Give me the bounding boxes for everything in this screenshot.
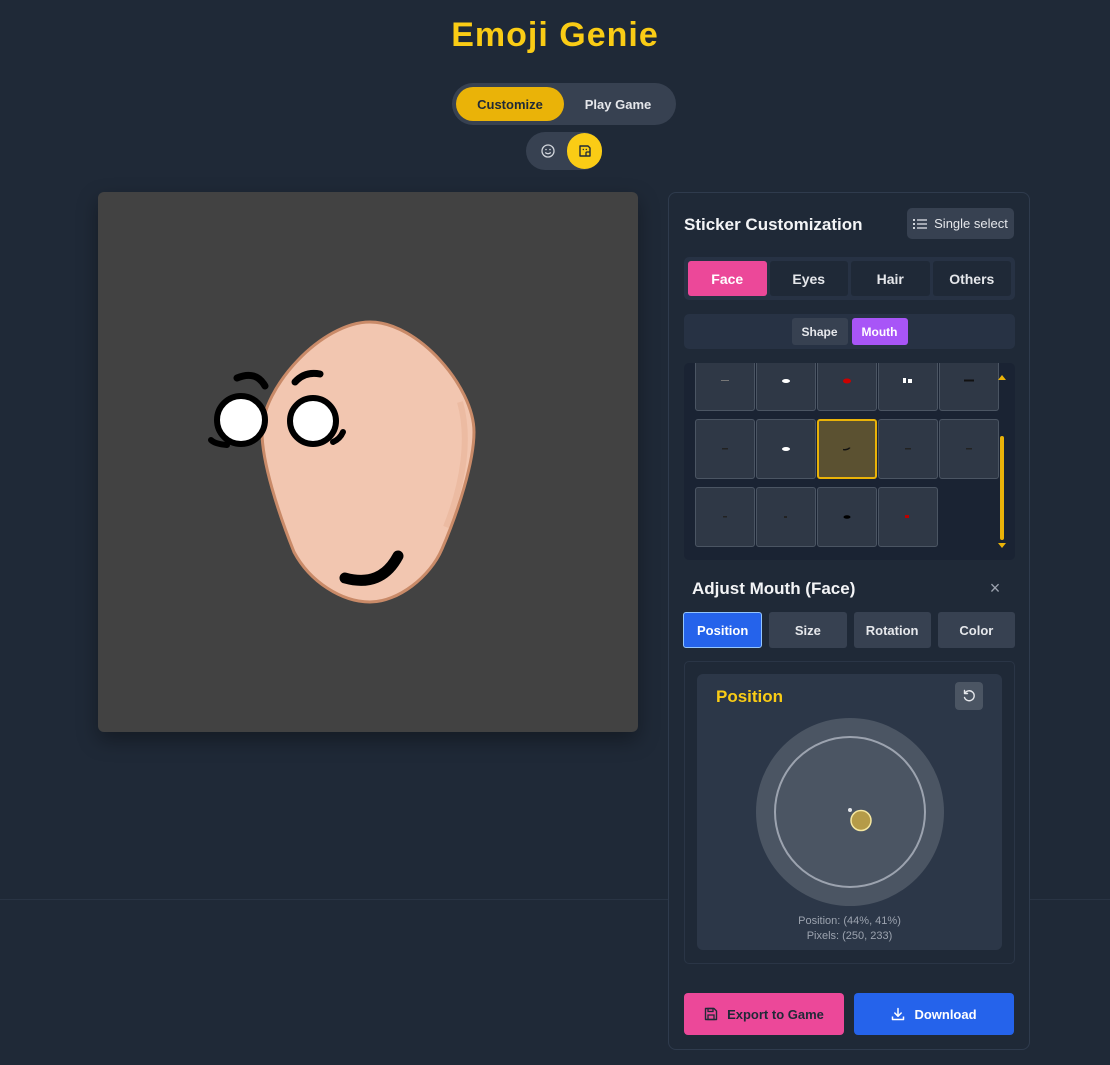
mouth-option[interactable]	[817, 363, 877, 411]
mouth-option[interactable]	[756, 419, 816, 479]
face-shape	[260, 320, 476, 604]
mouth-option[interactable]	[695, 363, 755, 411]
position-title: Position	[716, 687, 784, 706]
right-eye	[287, 395, 339, 447]
mouth-thumbnail	[843, 447, 851, 451]
mouth-thumbnail	[964, 379, 974, 382]
mouth-option[interactable]	[695, 487, 755, 547]
left-eyebrow	[233, 371, 269, 390]
mouth-thumbnail	[843, 515, 851, 519]
download-button[interactable]: Download	[854, 993, 1014, 1035]
mouth-option[interactable]	[756, 363, 816, 411]
download-icon	[892, 1007, 905, 1021]
download-label: Download	[914, 1006, 977, 1022]
scroll-up-arrow[interactable]	[998, 375, 1006, 380]
mouth-thumbnail	[966, 448, 972, 450]
export-to-game-button[interactable]: Export to Game	[684, 993, 844, 1035]
sticker-mode-button[interactable]	[567, 133, 602, 169]
mouth-option[interactable]	[756, 487, 816, 547]
sticker-preview	[208, 320, 476, 604]
position-card: Position Position: (44%, 41%) Pixels: (2…	[697, 674, 1002, 950]
tab-face[interactable]: Face	[688, 261, 767, 296]
list-icon	[913, 218, 928, 229]
tab-position[interactable]: Position	[683, 612, 763, 648]
tab-size[interactable]: Size	[769, 612, 847, 648]
position-readout: Position: (44%, 41%)	[798, 915, 901, 927]
mouth-thumbnail	[905, 515, 909, 518]
mouth-option[interactable]	[695, 419, 755, 479]
reset-position-button[interactable]	[955, 682, 983, 710]
sticker-canvas[interactable]	[98, 192, 638, 732]
mode-toggle: Customize Play Game	[452, 83, 676, 125]
tab-eyes[interactable]: Eyes	[769, 261, 848, 296]
tab-rotation[interactable]: Rotation	[853, 612, 931, 648]
mouth-thumbnail	[905, 448, 911, 450]
customize-tab[interactable]: Customize	[456, 87, 564, 121]
position-section: Position Position: (44%, 41%) Pixels: (2…	[684, 661, 1015, 964]
reset-icon	[963, 689, 975, 702]
joystick-handle	[850, 809, 872, 832]
position-joystick[interactable]	[755, 717, 945, 907]
customization-panel: Sticker Customization Single select Face…	[668, 192, 1030, 1050]
subtab-shape[interactable]: Shape	[791, 318, 848, 345]
mouth-option[interactable]	[939, 419, 999, 479]
close-icon[interactable]: ×	[987, 578, 1003, 599]
category-tabs: Face Eyes Hair Others	[684, 257, 1015, 300]
subtab-mouth[interactable]: Mouth	[851, 318, 908, 345]
mouth-thumbnail	[723, 516, 727, 518]
single-select-label: Single select	[934, 216, 1008, 231]
mouth-thumbnail	[782, 379, 790, 383]
mouth-option[interactable]	[878, 363, 938, 411]
mouth-thumbnail	[843, 378, 851, 384]
mouth-thumbnail	[722, 448, 728, 450]
mouth-option[interactable]	[817, 487, 877, 547]
mouth-thumbnail	[782, 447, 790, 451]
save-icon	[704, 1007, 718, 1021]
adjust-title: Adjust Mouth (Face)	[692, 579, 856, 598]
pixels-readout: Pixels: (250, 233)	[806, 930, 893, 942]
scroll-down-arrow[interactable]	[998, 543, 1006, 548]
panel-title: Sticker Customization	[684, 215, 863, 234]
app-title: Emoji Genie	[451, 16, 659, 54]
mouth-option[interactable]	[878, 487, 938, 547]
sticker-icon	[578, 145, 591, 157]
mouth-option-selected[interactable]	[817, 419, 877, 479]
grid-scrollbar[interactable]	[998, 371, 1006, 551]
tab-hair[interactable]: Hair	[851, 261, 930, 296]
mouth-thumbnail	[784, 516, 787, 518]
single-select-button[interactable]: Single select	[907, 208, 1014, 239]
smile-icon	[540, 144, 555, 158]
joystick-center-dot	[848, 808, 852, 812]
mouth-options-grid	[684, 363, 1015, 560]
emoji-mode-button[interactable]	[530, 133, 565, 169]
sub-tabs: Shape Mouth	[684, 314, 1015, 349]
play-game-tab[interactable]: Play Game	[564, 87, 672, 121]
adjust-tabs: Position Size Rotation Color	[683, 612, 1015, 648]
mouth-option[interactable]	[878, 419, 938, 479]
mouth-thumbnail	[903, 378, 912, 383]
emoji-type-toggle	[526, 132, 602, 170]
scroll-thumb[interactable]	[1000, 436, 1004, 540]
tab-color[interactable]: Color	[937, 612, 1015, 648]
mouth-thumbnail	[721, 380, 729, 381]
left-eye	[214, 393, 268, 447]
mouth-option[interactable]	[939, 363, 999, 411]
tab-others[interactable]: Others	[932, 261, 1011, 296]
export-label: Export to Game	[727, 1006, 824, 1022]
